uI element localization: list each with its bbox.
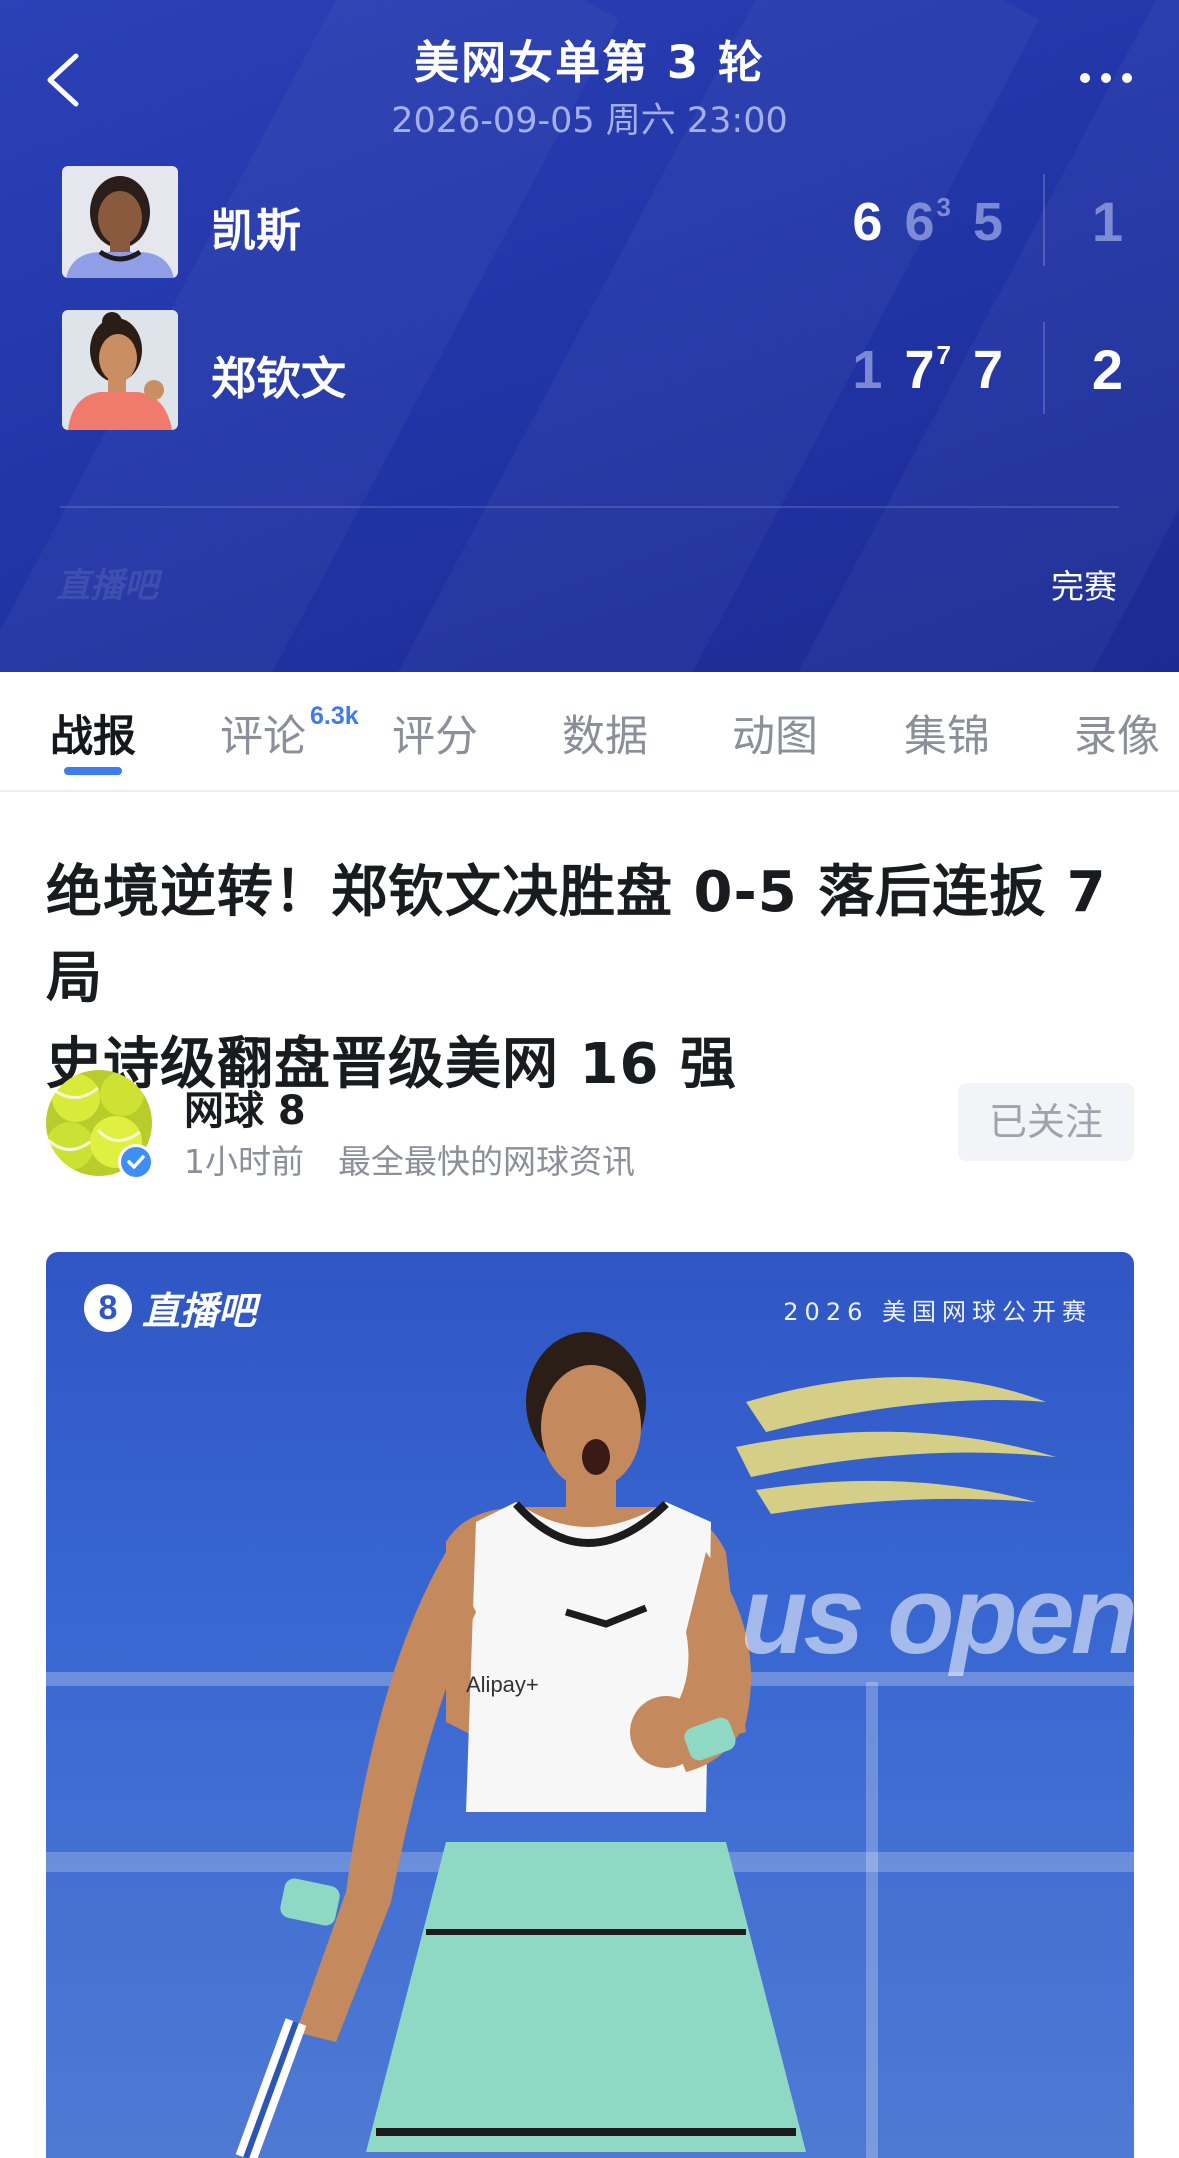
- tab-replay[interactable]: 录像: [1074, 702, 1160, 764]
- set-scores: 6 63 5: [852, 184, 1003, 264]
- player-avatar: [62, 166, 178, 278]
- tab-highlights[interactable]: 集锦: [904, 702, 990, 764]
- tiebreak-score: 7: [936, 340, 951, 370]
- sets-won: 1: [1091, 190, 1123, 253]
- set-score: 63: [904, 192, 951, 252]
- more-button[interactable]: [1071, 60, 1141, 96]
- tab-gifs[interactable]: 动图: [732, 702, 818, 764]
- score-divider: [1043, 322, 1045, 414]
- hero-image[interactable]: Alipay+ 8 直播吧 2026 美国网球公开赛 us open: [46, 1252, 1134, 2158]
- set-score: 5: [972, 192, 1003, 252]
- tab-ratings[interactable]: 评分: [392, 702, 478, 764]
- watermark-logo: 直播吧: [56, 566, 158, 606]
- author-name[interactable]: 网球 8: [184, 1078, 306, 1136]
- player-photo-icon: [62, 310, 178, 430]
- tab-active-indicator: [64, 767, 122, 775]
- article-headline: 绝境逆转！郑钦文决胜盘 0-5 落后连扳 7 局 史诗级翻盘晋级美网 16 强: [46, 850, 1146, 1108]
- header-divider: [60, 506, 1119, 508]
- set-score: 77: [904, 340, 951, 400]
- player-avatar: [62, 310, 178, 430]
- match-title: 美网女单第 3 轮: [414, 36, 765, 89]
- tab-stats[interactable]: 数据: [562, 702, 648, 764]
- set-score: 1: [852, 340, 883, 400]
- match-datetime: 2026-09-05 周六 23:00: [391, 101, 788, 141]
- us-open-sign: us open: [740, 1554, 1134, 1677]
- match-status: 完赛: [1051, 567, 1117, 606]
- follow-button[interactable]: 已关注: [958, 1083, 1134, 1161]
- zhibo8-logo-icon: 8: [84, 1283, 132, 1332]
- tab-report[interactable]: 战报: [50, 702, 136, 764]
- shirt-sponsor-text: Alipay+: [466, 1672, 539, 1697]
- hero-brand: 8 直播吧: [84, 1280, 256, 1335]
- player-row-zheng[interactable]: 郑钦文 1 77 7 2: [0, 310, 1179, 430]
- tab-bar: 战报 评论 6.3k 评分 数据 动图 集锦 录像: [0, 672, 1179, 792]
- set-score: 6: [852, 192, 883, 252]
- player-row-keys[interactable]: 凯斯 6 63 5 1: [0, 162, 1179, 282]
- score-divider: [1043, 174, 1045, 266]
- author-meta: 1小时前 最全最快的网球资讯: [184, 1135, 635, 1183]
- set-scores: 1 77 7: [852, 332, 1003, 412]
- more-dots-icon: [1080, 73, 1132, 83]
- player-name: 凯斯: [211, 204, 302, 257]
- author-bio: 最全最快的网球资讯: [338, 1142, 635, 1181]
- brand-text: 直播吧: [142, 1289, 257, 1333]
- tab-comments[interactable]: 评论: [220, 702, 306, 764]
- set-score: 7: [972, 340, 1003, 400]
- sets-won: 2: [1091, 338, 1123, 401]
- match-header: 美网女单第 3 轮 2026-09-05 周六 23:00 凯斯 6 63 5 …: [0, 0, 1179, 672]
- post-time: 1小时前: [184, 1142, 304, 1181]
- player-name: 郑钦文: [211, 352, 347, 405]
- tiebreak-score: 3: [936, 192, 951, 222]
- hero-event-label: 2026 美国网球公开赛: [783, 1298, 1092, 1326]
- headline-line: 绝境逆转！郑钦文决胜盘 0-5 落后连扳 7 局: [46, 860, 1107, 1011]
- comment-count-badge: 6.3k: [310, 702, 359, 730]
- verified-badge-icon: [118, 1144, 154, 1180]
- hero-photo-illustration: Alipay+: [46, 1332, 1134, 2158]
- player-photo-icon: [62, 166, 178, 278]
